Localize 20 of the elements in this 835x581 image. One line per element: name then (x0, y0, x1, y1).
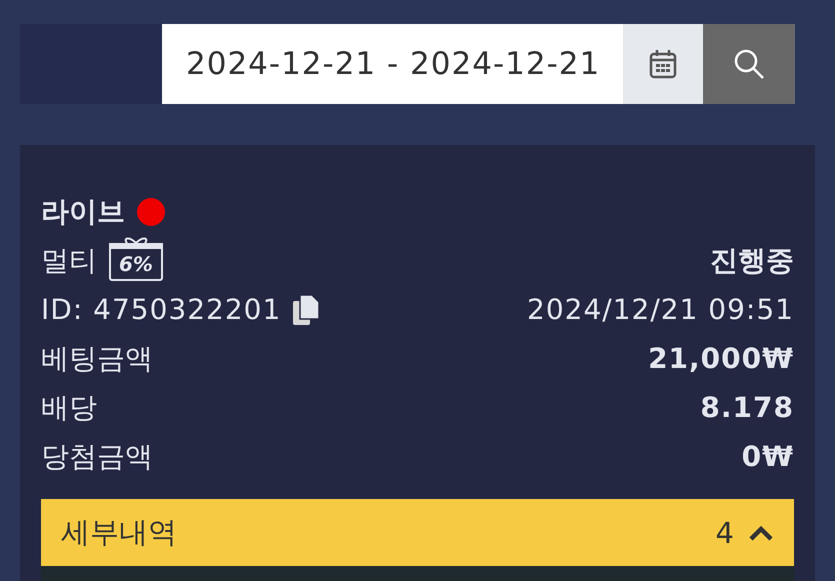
copy-icon[interactable] (293, 294, 320, 324)
bet-type: 라이브 (41, 194, 125, 230)
bet-status: 진행중 (710, 242, 794, 278)
details-count: 4 (716, 516, 734, 550)
date-range-field[interactable]: 2024-12-21 - 2024-12-21 (162, 24, 623, 104)
bet-mode: 멀티 (41, 242, 97, 278)
field-value: 21,000₩ (648, 342, 794, 375)
field-label: 배당 (41, 390, 97, 426)
search-icon (733, 48, 765, 80)
field-value: 0₩ (742, 440, 794, 473)
bet-datetime: 2024/12/21 09:51 (527, 293, 794, 326)
search-button[interactable] (703, 24, 795, 104)
field-value: 8.178 (700, 391, 794, 424)
field-label: 당첨금액 (41, 438, 153, 474)
field-label: 베팅금액 (41, 340, 153, 376)
calendar-button[interactable] (623, 24, 703, 104)
bet-id: ID: 4750322201 (41, 293, 282, 326)
details-label: 세부내역 (61, 514, 177, 550)
details-header[interactable]: 세부내역 4 (41, 499, 794, 566)
calendar-icon (649, 49, 677, 79)
